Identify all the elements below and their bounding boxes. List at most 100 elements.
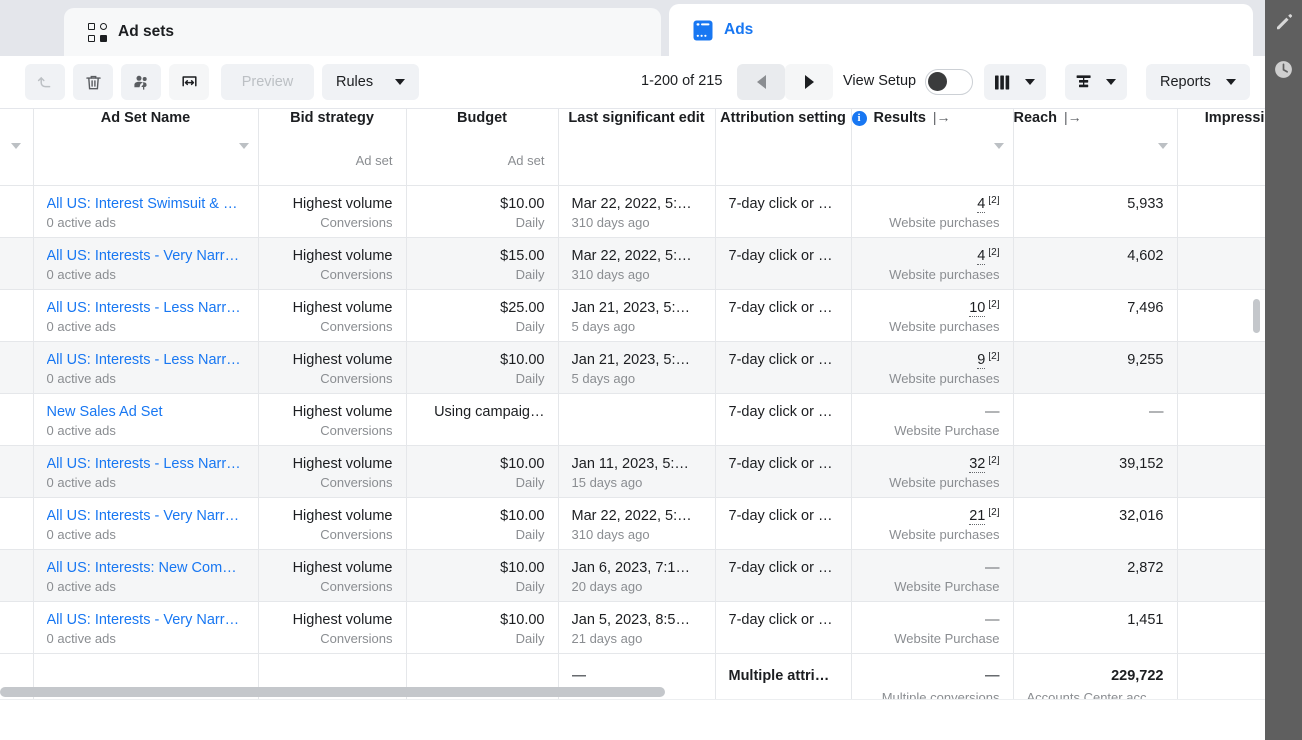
columns-button[interactable] (984, 64, 1046, 100)
last-edit-date: Jan 11, 2023, 5:… (571, 455, 689, 472)
undo-icon (36, 73, 55, 92)
undo-button[interactable] (25, 64, 65, 100)
cell-ad-set-name[interactable]: New Sales Ad Set 0 active ads (33, 393, 259, 446)
column-header-select[interactable] (0, 109, 34, 186)
last-edit-relative: 310 days ago (571, 266, 650, 282)
rules-button[interactable]: Rules (322, 64, 419, 100)
row-checkbox-cell[interactable] (0, 237, 34, 290)
ad-set-name-link[interactable]: All US: Interests - Less Narr… (47, 456, 245, 472)
toolbar: Preview Rules 1-200 of 215 View Setup Re… (0, 56, 1265, 109)
pencil-icon[interactable] (1270, 8, 1297, 35)
ad-set-name-link[interactable]: All US: Interest Swimsuit & … (47, 196, 245, 212)
column-header-last-significant-edit[interactable]: Last significant edit (558, 109, 716, 186)
cell-attribution-setting: 7-day click or … (715, 601, 852, 654)
cell-ad-set-name[interactable]: All US: Interests - Less Narr… 0 active a… (33, 445, 259, 498)
cell-impressions (1177, 601, 1265, 654)
audience-button[interactable] (121, 64, 161, 100)
table-row[interactable]: All US: Interests - Less Narr… 0 active a… (0, 341, 1265, 394)
tab-ad-sets[interactable]: Ad sets (64, 8, 661, 56)
row-checkbox-cell[interactable] (0, 341, 34, 394)
column-header-budget[interactable]: Budget Ad set (406, 109, 559, 186)
trash-icon (84, 73, 103, 92)
table-row[interactable]: All US: Interests - Very Narr… 0 active a… (0, 237, 1265, 290)
table-row[interactable]: All US: Interest Swimsuit & … 0 active ad… (0, 185, 1265, 238)
attribution-value: 7-day click or … (728, 247, 833, 264)
cell-reach: 2,872 (1013, 549, 1178, 602)
column-header-attribution-setting[interactable]: Attribution setting (715, 109, 852, 186)
ad-sets-table-container: Ad Set Name Bid strategy Ad set Budget A… (0, 109, 1265, 712)
row-checkbox-cell[interactable] (0, 289, 34, 342)
row-checkbox-cell[interactable] (0, 601, 34, 654)
vertical-scrollbar-thumb[interactable] (1253, 299, 1260, 333)
ad-set-name-link[interactable]: New Sales Ad Set (47, 404, 245, 420)
ad-set-name-link[interactable]: All US: Interests - Less Narr… (47, 352, 245, 368)
table-header: Ad Set Name Bid strategy Ad set Budget A… (0, 109, 1265, 186)
last-edit-relative: 5 days ago (571, 318, 636, 334)
previous-page-button[interactable] (737, 64, 785, 100)
cell-ad-set-name[interactable]: All US: Interests - Less Narr… 0 active a… (33, 289, 259, 342)
column-header-impressions[interactable]: Impressions (1177, 109, 1265, 186)
ad-set-name-link[interactable]: All US: Interests: New Com… (47, 560, 245, 576)
table-body: All US: Interest Swimsuit & … 0 active ad… (0, 185, 1265, 712)
row-checkbox-cell[interactable] (0, 445, 34, 498)
view-setup-toggle[interactable] (925, 69, 973, 95)
row-checkbox-cell[interactable] (0, 393, 34, 446)
attribution-value: 7-day click or … (728, 299, 833, 316)
next-page-button[interactable] (785, 64, 833, 100)
reports-label: Reports (1160, 74, 1211, 90)
delete-button[interactable] (73, 64, 113, 100)
breakdown-button[interactable] (1065, 64, 1127, 100)
column-header-reach[interactable]: Reach |→ (1013, 109, 1178, 186)
row-checkbox-cell[interactable] (0, 185, 34, 238)
chevron-down-icon[interactable] (238, 143, 249, 149)
bid-strategy-value: Highest volume (292, 403, 393, 420)
column-header-bid-strategy[interactable]: Bid strategy Ad set (258, 109, 407, 186)
ab-test-icon (180, 73, 199, 92)
chevron-down-icon (1106, 79, 1116, 85)
cell-attribution-setting: 7-day click or … (715, 393, 852, 446)
active-ads-count: 0 active ads (46, 266, 116, 282)
row-checkbox-cell[interactable] (0, 497, 34, 550)
cell-impressions (1177, 237, 1265, 290)
ad-set-name-link[interactable]: All US: Interests - Very Narr… (47, 508, 245, 524)
cell-ad-set-name[interactable]: All US: Interests - Very Narr… 0 active a… (33, 237, 259, 290)
column-header-results[interactable]: i Results |→ (851, 109, 1014, 186)
horizontal-scrollbar-thumb[interactable] (0, 687, 665, 697)
table-row[interactable]: New Sales Ad Set 0 active ads Highest volu… (0, 393, 1265, 446)
chevron-down-icon[interactable] (1157, 143, 1168, 149)
ab-test-button[interactable] (169, 64, 209, 100)
table-row[interactable]: All US: Interests - Less Narr… 0 active a… (0, 445, 1265, 498)
chevron-down-icon[interactable] (11, 143, 21, 149)
cell-ad-set-name[interactable]: All US: Interests - Very Narr… 0 active a… (33, 497, 259, 550)
column-header-ad-set-name[interactable]: Ad Set Name (33, 109, 259, 186)
table-bottom-strip (0, 699, 1265, 712)
cell-bid-strategy: Highest volume Conversions (258, 341, 407, 394)
cell-impressions (1177, 549, 1265, 602)
cell-ad-set-name[interactable]: All US: Interest Swimsuit & … 0 active ad… (33, 185, 259, 238)
ad-set-name-link[interactable]: All US: Interests - Very Narr… (47, 248, 245, 264)
reach-value: 32,016 (1119, 507, 1164, 524)
tab-ads[interactable]: Ads (669, 4, 1253, 56)
table-row[interactable]: All US: Interests - Very Narr… 0 active a… (0, 497, 1265, 550)
grid-icon (88, 22, 107, 42)
cell-ad-set-name[interactable]: All US: Interests - Very Narr… 0 active a… (33, 601, 259, 654)
totals-edit-value: — (571, 667, 587, 684)
cell-budget: $10.00 Daily (406, 549, 559, 602)
info-icon[interactable]: i (851, 110, 867, 126)
bid-strategy-value: Highest volume (292, 611, 393, 628)
clock-icon[interactable] (1270, 56, 1297, 83)
preview-button[interactable]: Preview (221, 64, 314, 100)
ad-set-name-link[interactable]: All US: Interests - Less Narr… (47, 300, 245, 316)
table-row[interactable]: All US: Interests - Less Narr… 0 active a… (0, 289, 1265, 342)
table-row[interactable]: All US: Interests - Very Narr… 0 active a… (0, 601, 1265, 654)
horizontal-scrollbar[interactable] (0, 685, 1265, 699)
cell-ad-set-name[interactable]: All US: Interests - Less Narr… 0 active a… (33, 341, 259, 394)
chevron-down-icon[interactable] (993, 143, 1004, 149)
cell-ad-set-name[interactable]: All US: Interests: New Com… 0 active ads (33, 549, 259, 602)
ad-set-name-link[interactable]: All US: Interests - Very Narr… (47, 612, 245, 628)
tab-strip: Ad sets Ads (0, 0, 1265, 56)
table-row[interactable]: All US: Interests: New Com… 0 active ads H… (0, 549, 1265, 602)
cell-reach: 4,602 (1013, 237, 1178, 290)
reports-button[interactable]: Reports (1146, 64, 1250, 100)
row-checkbox-cell[interactable] (0, 549, 34, 602)
